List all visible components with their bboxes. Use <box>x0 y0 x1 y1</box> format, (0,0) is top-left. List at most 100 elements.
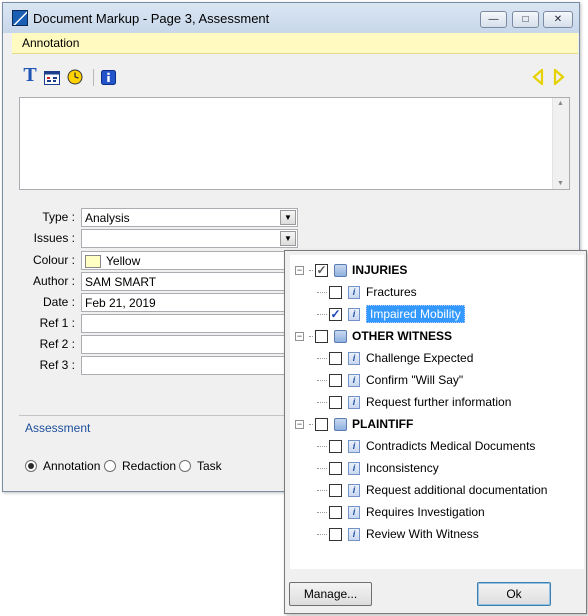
tree-item-row[interactable]: i Review With Witness <box>295 523 584 545</box>
radio-annotation-label: Annotation <box>43 459 101 473</box>
tree-item-row[interactable]: i Fractures <box>295 281 584 303</box>
checkbox[interactable] <box>329 373 342 387</box>
ok-button-label: Ok <box>506 587 522 601</box>
tree-item-row[interactable]: i Request additional documentation <box>295 479 584 501</box>
scroll-up-icon[interactable]: ▲ <box>557 100 564 107</box>
ref3-field[interactable] <box>81 356 285 375</box>
colour-value: Yellow <box>106 254 141 268</box>
info-icon[interactable] <box>99 67 117 87</box>
text-glyph: T <box>23 63 37 86</box>
tree-group-label: INJURIES <box>352 263 408 277</box>
radio-icon[interactable] <box>179 460 191 472</box>
collapse-icon[interactable]: − <box>295 331 304 341</box>
tree-group-row[interactable]: − ✓ INJURIES <box>295 259 584 281</box>
radio-redaction[interactable]: Redaction <box>104 459 176 473</box>
tree-group-label: PLAINTIFF <box>352 417 414 431</box>
annotation-bar: Annotation <box>12 33 578 54</box>
issue-icon: i <box>348 373 360 387</box>
ref1-field[interactable] <box>81 314 285 333</box>
ref2-label: Ref 2 : <box>39 337 75 351</box>
ref1-label: Ref 1 : <box>39 316 75 330</box>
tree-item-label: Confirm "Will Say" <box>366 373 464 387</box>
manage-button[interactable]: Manage... <box>289 582 372 606</box>
tree-connector <box>317 313 327 315</box>
tree-item-row[interactable]: i Inconsistency <box>295 457 584 479</box>
previous-arrow-icon[interactable] <box>529 67 547 87</box>
text-icon[interactable]: T <box>21 63 39 86</box>
tree-item-row[interactable]: ✓ i Impaired Mobility <box>295 303 584 325</box>
scroll-down-icon[interactable]: ▼ <box>557 180 564 187</box>
tree-connector <box>309 269 313 271</box>
tree-connector <box>309 423 313 425</box>
tree-item-row[interactable]: i Requires Investigation <box>295 501 584 523</box>
checkbox[interactable] <box>315 329 328 343</box>
title-bar[interactable]: Document Markup - Page 3, Assessment — □… <box>3 3 579 33</box>
checkbox[interactable] <box>329 285 342 299</box>
annotation-bar-label: Annotation <box>22 36 80 50</box>
clock-icon[interactable] <box>66 67 84 87</box>
collapse-icon[interactable]: − <box>295 265 304 275</box>
tree-item-row[interactable]: i Request further information <box>295 391 584 413</box>
minimize-button[interactable]: — <box>480 11 507 28</box>
ref3-label: Ref 3 : <box>39 358 75 372</box>
checkbox[interactable] <box>329 351 342 365</box>
next-arrow-icon[interactable] <box>550 67 568 87</box>
radio-annotation[interactable]: Annotation <box>25 459 100 473</box>
tree-group-row[interactable]: − OTHER WITNESS <box>295 325 584 347</box>
assessment-tab[interactable]: Assessment <box>19 415 285 439</box>
checkbox[interactable] <box>329 439 342 453</box>
maximize-button[interactable]: □ <box>512 11 539 28</box>
author-field[interactable]: SAM SMART <box>81 272 285 291</box>
issues-label: Issues : <box>33 231 75 245</box>
app-icon <box>12 10 28 26</box>
chevron-down-icon[interactable]: ▼ <box>280 231 296 246</box>
issue-icon: i <box>348 395 360 409</box>
issue-icon: i <box>348 439 360 453</box>
checkbox[interactable] <box>329 461 342 475</box>
author-label: Author : <box>32 274 75 288</box>
checkbox[interactable] <box>315 417 328 431</box>
date-label: Date : <box>42 295 75 309</box>
annotation-text-area[interactable]: ▲ ▼ <box>19 97 570 190</box>
type-label: Type : <box>42 210 75 224</box>
date-field[interactable]: Feb 21, 2019 <box>81 293 285 312</box>
vertical-scrollbar[interactable]: ▲ ▼ <box>552 98 569 189</box>
tree-item-label: Contradicts Medical Documents <box>366 439 536 453</box>
tree-connector <box>317 467 327 469</box>
issues-dropdown-popup: − ✓ INJURIES i Fractures ✓ i Impaired Mobility −… <box>284 250 587 614</box>
checkbox[interactable]: ✓ <box>315 263 328 277</box>
checkbox[interactable] <box>329 527 342 541</box>
radio-redaction-label: Redaction <box>122 459 177 473</box>
tree-group-row[interactable]: − PLAINTIFF <box>295 413 584 435</box>
collapse-icon[interactable]: − <box>295 419 304 429</box>
calendar-icon[interactable] <box>43 67 61 87</box>
issues-combo[interactable]: ▼ <box>81 229 298 248</box>
type-combo[interactable]: Analysis ▼ <box>81 208 298 227</box>
checkbox[interactable] <box>329 483 342 497</box>
tree-connector <box>317 401 327 403</box>
issue-icon: i <box>348 461 360 475</box>
tree-item-label: Impaired Mobility <box>366 305 465 323</box>
tree-connector <box>317 489 327 491</box>
tree-item-row[interactable]: i Contradicts Medical Documents <box>295 435 584 457</box>
window-title: Document Markup - Page 3, Assessment <box>33 11 270 26</box>
tree-connector <box>317 379 327 381</box>
checkbox[interactable] <box>329 395 342 409</box>
tree-item-row[interactable]: i Confirm "Will Say" <box>295 369 584 391</box>
chevron-down-icon[interactable]: ▼ <box>280 210 296 225</box>
radio-selected-icon[interactable] <box>25 460 37 472</box>
radio-icon[interactable] <box>104 460 116 472</box>
ref2-field[interactable] <box>81 335 285 354</box>
ok-button[interactable]: Ok <box>477 582 551 606</box>
tree-item-row[interactable]: i Challenge Expected <box>295 347 584 369</box>
checkbox[interactable]: ✓ <box>329 307 342 321</box>
tree-connector <box>317 357 327 359</box>
close-button[interactable]: ✕ <box>543 11 573 28</box>
issues-tree[interactable]: − ✓ INJURIES i Fractures ✓ i Impaired Mobility −… <box>290 255 584 569</box>
radio-task[interactable]: Task <box>179 459 222 473</box>
assessment-tab-label: Assessment <box>25 421 91 435</box>
checkbox[interactable] <box>329 505 342 519</box>
colour-field[interactable]: Yellow <box>81 251 285 270</box>
folder-icon <box>334 417 347 431</box>
tree-item-label: Challenge Expected <box>366 351 474 365</box>
